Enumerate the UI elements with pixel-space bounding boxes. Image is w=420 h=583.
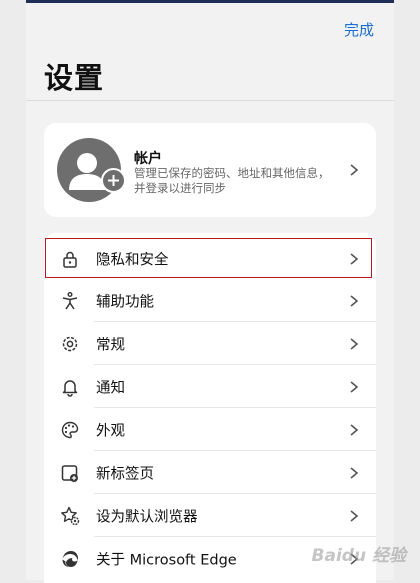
- settings-item-label: 关于 Microsoft Edge: [96, 552, 237, 568]
- highlight-box: [45, 238, 372, 278]
- chevron-right-icon: [350, 337, 359, 350]
- chevron-right-icon: [350, 466, 359, 479]
- watermark: Baidu 经验: [311, 546, 406, 566]
- done-button[interactable]: 完成: [344, 19, 374, 40]
- star-gear-icon: [61, 506, 80, 525]
- account-card[interactable]: 帐户 管理已保存的密码、地址和其他信息，并登录以进行同步: [44, 123, 376, 217]
- accessibility-icon: [62, 291, 78, 309]
- settings-list: 隐私和安全 辅助功能 常规 通知 外观 新标签页 设为默认浏览器 关于 Micr…: [44, 233, 376, 583]
- settings-item-general[interactable]: 常规: [44, 322, 376, 365]
- settings-item-label: 通知: [96, 380, 125, 396]
- chevron-right-icon: [350, 294, 359, 307]
- settings-sheet: 完成 设置 帐户 管理已保存的密码、地址和其他信息，并登录以进行同步 隐私和安全…: [26, 3, 394, 583]
- settings-item-label: 辅助功能: [96, 294, 154, 310]
- chevron-right-icon: [350, 509, 359, 522]
- add-account-icon: [101, 168, 126, 193]
- settings-item-label: 常规: [96, 337, 125, 353]
- bell-icon: [62, 379, 78, 397]
- settings-item-accessibility[interactable]: 辅助功能: [44, 279, 376, 322]
- palette-icon: [61, 421, 79, 438]
- chevron-right-icon: [350, 423, 359, 436]
- edge-logo-icon: [62, 550, 78, 567]
- page-title: 设置: [44, 61, 105, 95]
- settings-item-notifications[interactable]: 通知: [44, 365, 376, 408]
- account-title: 帐户: [134, 151, 162, 167]
- new-tab-icon: [61, 464, 78, 482]
- settings-item-label: 新标签页: [96, 466, 154, 482]
- settings-item-label: 外观: [96, 423, 125, 439]
- account-description: 管理已保存的密码、地址和其他信息，并登录以进行同步: [134, 166, 330, 195]
- gear-icon: [62, 336, 78, 351]
- chevron-right-icon: [350, 380, 359, 393]
- settings-item-appearance[interactable]: 外观: [44, 408, 376, 451]
- settings-item-new-tab[interactable]: 新标签页: [44, 451, 376, 494]
- title-divider: [26, 100, 394, 101]
- settings-item-default-browser[interactable]: 设为默认浏览器: [44, 494, 376, 537]
- chevron-right-icon: [350, 164, 359, 176]
- settings-item-label: 设为默认浏览器: [96, 509, 198, 525]
